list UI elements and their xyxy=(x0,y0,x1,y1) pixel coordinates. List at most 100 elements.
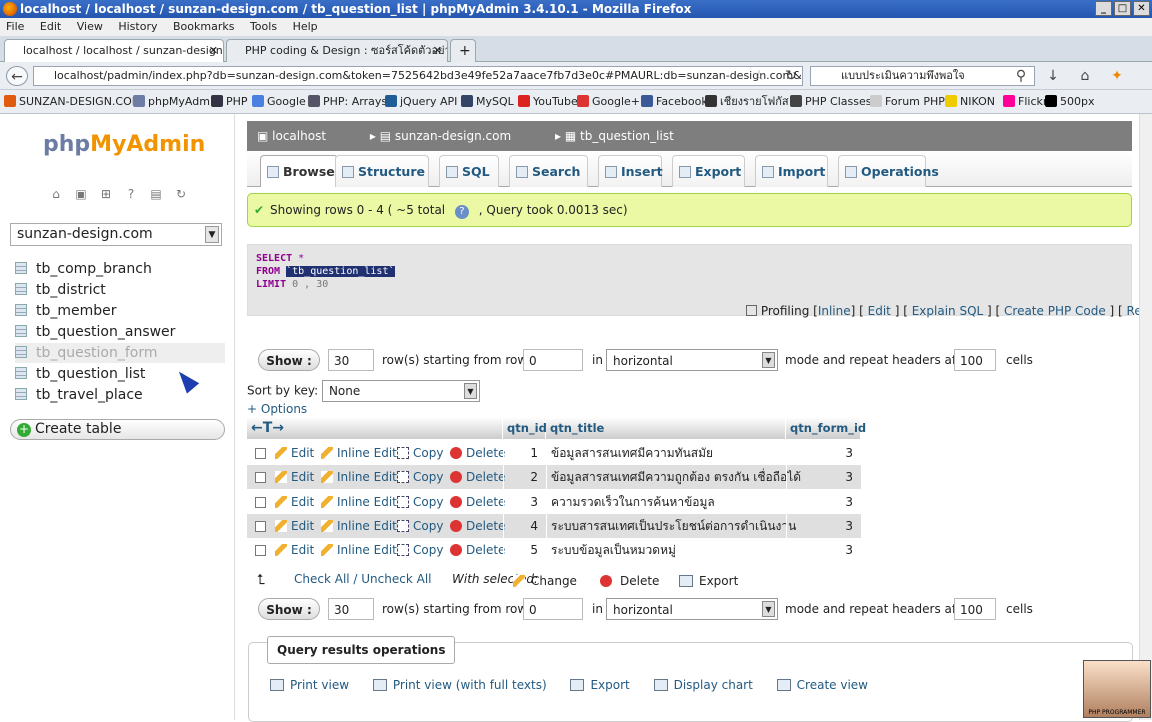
row-checkbox[interactable] xyxy=(255,496,266,508)
delete-link[interactable]: Delete xyxy=(450,490,505,514)
reload-icon[interactable]: ↻ xyxy=(173,186,189,202)
check-all-link[interactable]: Check All / Uncheck All xyxy=(294,572,432,586)
inline-edit-link[interactable]: Inline Edit xyxy=(321,514,397,538)
tab-insert[interactable]: Insert xyxy=(598,155,663,187)
edit-link[interactable]: Edit xyxy=(275,441,314,465)
info-icon[interactable]: ? xyxy=(454,205,469,219)
repeat-headers-input[interactable]: 100 xyxy=(954,598,996,620)
row-checkbox[interactable] xyxy=(255,472,266,484)
breadcrumb-server[interactable]: ▣ localhost xyxy=(257,129,346,143)
search-field[interactable]: แบบประเมินความพึงพอใจ xyxy=(810,66,1035,86)
bookmark-7[interactable]: MySQL xyxy=(461,90,514,113)
inline-edit-link[interactable]: Inline Edit xyxy=(321,465,397,489)
copy-link[interactable]: Copy xyxy=(397,465,443,489)
exit-icon[interactable]: ▣ xyxy=(73,186,89,202)
phpmyadmin-logo[interactable]: phpMyAdmin xyxy=(43,132,205,157)
reload-icon[interactable]: ↻ xyxy=(780,66,802,86)
copy-link[interactable]: Copy xyxy=(397,441,443,465)
url-bar[interactable]: localhost/padmin/index.php?db=sunzan-des… xyxy=(33,66,803,86)
rows-input[interactable]: 30 xyxy=(328,349,374,371)
tab-browse[interactable]: Browse xyxy=(260,155,338,187)
home-icon[interactable]: ⌂ xyxy=(48,186,64,202)
bookmark-11[interactable]: เชียงรายโฟกัส xyxy=(705,90,789,113)
copy-link[interactable]: Copy xyxy=(397,514,443,538)
sql-query-icon[interactable]: ⊞ xyxy=(98,186,114,202)
minimize-button[interactable]: _ xyxy=(1095,1,1112,16)
sidebar-table-item[interactable]: tb_question_answer xyxy=(15,322,225,342)
close-window-button[interactable]: ✕ xyxy=(1133,1,1150,16)
maximize-button[interactable]: □ xyxy=(1114,1,1131,16)
browser-tab-phpmyadmin[interactable]: localhost / localhost / sunzan-design.co… xyxy=(4,39,224,62)
bookmark-2[interactable]: phpMyAdmin xyxy=(133,90,220,113)
bookmark-6[interactable]: jQuery API xyxy=(385,90,457,113)
display-mode-select[interactable]: horizontal ▼ xyxy=(606,598,778,620)
bookmark-13[interactable]: Forum PHP xyxy=(870,90,945,113)
tab-sql[interactable]: SQL xyxy=(439,155,499,187)
menu-tools[interactable]: Tools xyxy=(250,20,277,33)
menu-file[interactable]: File xyxy=(6,20,24,33)
rows-input[interactable]: 30 xyxy=(328,598,374,620)
tab-structure[interactable]: Structure xyxy=(335,155,429,187)
bookmark-16[interactable]: 500px xyxy=(1045,90,1095,113)
bookmark-4[interactable]: Google xyxy=(252,90,306,113)
copy-link[interactable]: Copy xyxy=(397,490,443,514)
export-selected-button[interactable]: Export xyxy=(679,574,738,588)
row-checkbox[interactable] xyxy=(255,545,266,557)
menu-edit[interactable]: Edit xyxy=(40,20,61,33)
database-select[interactable]: sunzan-design.com ▼ xyxy=(10,223,222,246)
bookmark-9[interactable]: Google+ xyxy=(577,90,640,113)
delete-link[interactable]: Delete xyxy=(450,538,505,562)
show-button[interactable]: Show : xyxy=(258,349,320,371)
help-icon[interactable]: ? xyxy=(123,186,139,202)
delete-link[interactable]: Delete xyxy=(450,514,505,538)
column-arrows-header[interactable]: ←T→ xyxy=(247,417,503,439)
docs-icon[interactable]: ▤ xyxy=(148,186,164,202)
tab-export[interactable]: Export xyxy=(672,155,745,187)
bookmark-10[interactable]: Facebook xyxy=(641,90,708,113)
bookmark-star-icon[interactable]: ☆ xyxy=(748,66,770,86)
header-qtn-title[interactable]: qtn_title xyxy=(546,417,786,439)
browser-tab-php-coding[interactable]: PHP coding & Design : ซอร์สโค้ดตัวอย่าง … xyxy=(226,39,448,62)
tab-import[interactable]: Import xyxy=(755,155,828,187)
export-link[interactable]: Export xyxy=(570,678,639,692)
bookmark-1[interactable]: SUNZAN-DESIGN.COM xyxy=(4,90,141,113)
repeat-headers-input[interactable]: 100 xyxy=(954,349,996,371)
inline-link[interactable]: Inline xyxy=(818,304,851,318)
delete-link[interactable]: Delete xyxy=(450,465,505,489)
start-row-input[interactable]: 0 xyxy=(523,349,583,371)
create-php-code-link[interactable]: Create PHP Code xyxy=(1004,304,1106,318)
header-qtn-form-id[interactable]: qtn_form_id xyxy=(786,417,866,439)
bookmark-15[interactable]: Flickr xyxy=(1003,90,1047,113)
downloads-icon[interactable]: ↓ xyxy=(1042,66,1064,86)
print-view-link[interactable]: Print view xyxy=(270,678,359,692)
breadcrumb-table[interactable]: ▸ ▦ tb_question_list xyxy=(555,129,694,143)
breadcrumb-database[interactable]: ▸ ▤ sunzan-design.com xyxy=(370,129,531,143)
display-mode-select[interactable]: horizontal ▼ xyxy=(606,349,778,371)
sidebar-table-item[interactable]: tb_district xyxy=(15,280,225,300)
menu-bookmarks[interactable]: Bookmarks xyxy=(173,20,234,33)
header-qtn-id[interactable]: qtn_id xyxy=(503,417,547,439)
edit-link[interactable]: Edit xyxy=(275,490,314,514)
bookmark-14[interactable]: NIKON xyxy=(945,90,995,113)
menu-help[interactable]: Help xyxy=(293,20,318,33)
sort-select[interactable]: None ▼ xyxy=(321,380,480,402)
edit-link[interactable]: Edit xyxy=(275,465,314,489)
menu-history[interactable]: History xyxy=(118,20,157,33)
tab-search[interactable]: Search xyxy=(509,155,588,187)
new-tab-button[interactable]: + xyxy=(450,39,476,62)
change-button[interactable]: Change xyxy=(513,574,577,588)
explain-sql-link[interactable]: Explain SQL xyxy=(912,304,984,318)
edit-link[interactable]: Edit xyxy=(275,538,314,562)
profiling-checkbox[interactable] xyxy=(746,305,757,316)
inline-edit-link[interactable]: Inline Edit xyxy=(321,490,397,514)
bookmark-8[interactable]: YouTube xyxy=(518,90,578,113)
display-chart-link[interactable]: Display chart xyxy=(653,678,763,692)
addon-icon[interactable]: ✦ xyxy=(1106,66,1128,86)
bookmark-5[interactable]: PHP: Arrays xyxy=(308,90,387,113)
copy-link[interactable]: Copy xyxy=(397,538,443,562)
tab-close-icon[interactable]: ✕ xyxy=(433,40,442,62)
create-view-link[interactable]: Create view xyxy=(776,678,878,692)
sidebar-table-item[interactable]: tb_comp_branch xyxy=(15,259,225,279)
create-table-button[interactable]: + Create table xyxy=(10,419,225,440)
menu-view[interactable]: View xyxy=(77,20,103,33)
